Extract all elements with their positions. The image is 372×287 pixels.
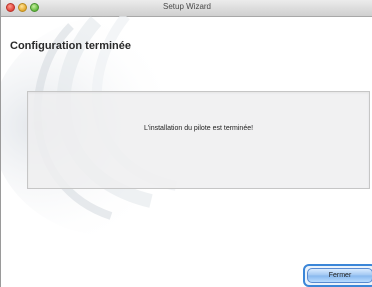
fermer-button-label: Fermer — [307, 268, 372, 283]
completion-message: L'installation du pilote est terminée! — [143, 125, 254, 132]
page-title: Configuration terminée — [10, 40, 132, 52]
setup-wizard-window: Setup Wizard Configuration terminée L'in… — [0, 0, 372, 287]
window-title: Setup Wizard — [162, 2, 212, 11]
fermer-button[interactable]: Fermer — [303, 264, 372, 287]
message-panel: L'installation du pilote est terminée! — [27, 91, 370, 189]
title-bar: Setup Wizard — [1, 0, 372, 17]
